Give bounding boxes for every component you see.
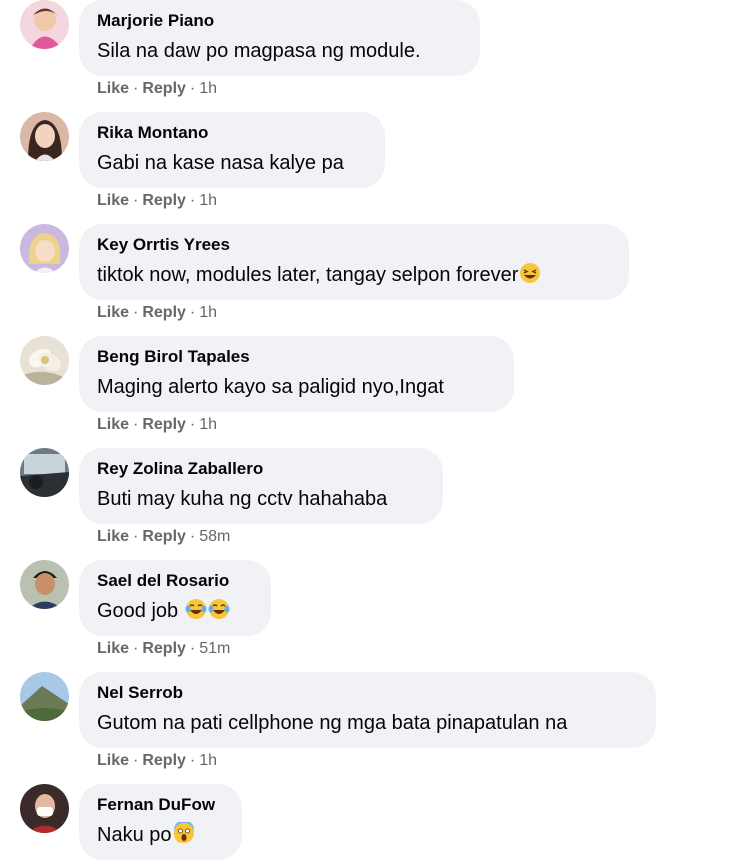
comment-bubble: Fernan DuFow Naku po — [79, 784, 242, 860]
comment-author[interactable]: Rey Zolina Zaballero — [97, 458, 425, 480]
avatar[interactable] — [20, 224, 69, 273]
tears-of-joy-emoji-icon — [208, 599, 230, 619]
reply-button[interactable]: Reply — [142, 752, 186, 769]
comment-timestamp[interactable]: 51m — [199, 640, 230, 657]
like-button[interactable]: Like — [97, 416, 129, 433]
comment-timestamp[interactable]: 58m — [199, 528, 230, 545]
avatar[interactable] — [20, 448, 69, 497]
like-button[interactable]: Like — [97, 528, 129, 545]
comment-timestamp[interactable]: 1h — [199, 304, 217, 321]
comment-bubble: Beng Birol Tapales Maging alerto kayo sa… — [79, 336, 514, 412]
comment-timestamp[interactable]: 1h — [199, 80, 217, 97]
comment: Nel Serrob Gutom na pati cellphone ng mg… — [0, 672, 750, 784]
avatar[interactable] — [20, 112, 69, 161]
comment-text: Gabi na kase nasa kalye pa — [97, 150, 367, 176]
comment-text: Buti may kuha ng cctv hahahaba — [97, 486, 425, 512]
comment: Fernan DuFow Naku po — [0, 784, 750, 860]
comment-text-body: Buti may kuha ng cctv hahahaba — [97, 488, 388, 510]
comment-text-body: Gutom na pati cellphone ng mga bata pina… — [97, 712, 568, 734]
comment-actions: Like · Reply · 1h — [97, 192, 218, 209]
reply-button[interactable]: Reply — [142, 640, 186, 657]
avatar[interactable] — [20, 784, 69, 833]
reply-button[interactable]: Reply — [142, 304, 186, 321]
like-button[interactable]: Like — [97, 640, 129, 657]
reply-button[interactable]: Reply — [142, 80, 186, 97]
comment-bubble: Nel Serrob Gutom na pati cellphone ng mg… — [79, 672, 656, 748]
comment-actions: Like · Reply · 58m — [97, 528, 231, 545]
comment-actions: Like · Reply · 1h — [97, 416, 218, 433]
like-button[interactable]: Like — [97, 192, 129, 209]
comment-text: Maging alerto kayo sa paligid nyo,Ingat — [97, 374, 496, 400]
comment-actions: Like · Reply · 1h — [97, 752, 218, 769]
comment-bubble: Sael del Rosario Good job — [79, 560, 271, 636]
comment: Beng Birol Tapales Maging alerto kayo sa… — [0, 336, 750, 448]
like-button[interactable]: Like — [97, 752, 129, 769]
screaming-fear-emoji-icon — [173, 822, 194, 843]
comment-text-body: Gabi na kase nasa kalye pa — [97, 152, 344, 174]
comment-bubble: Rey Zolina Zaballero Buti may kuha ng cc… — [79, 448, 443, 524]
comment-text: Naku po — [97, 822, 224, 848]
comment-bubble: Marjorie Piano Sila na daw po magpasa ng… — [79, 0, 480, 76]
comment: Key Orrtis Yrees tiktok now, modules lat… — [0, 224, 750, 336]
comment-text-body: Maging alerto kayo sa paligid nyo,Ingat — [97, 376, 444, 398]
comment-actions: Like · Reply · 1h — [97, 304, 218, 321]
comment-author[interactable]: Sael del Rosario — [97, 570, 253, 592]
blonde-child-avatar-icon — [20, 224, 69, 273]
comment: Sael del Rosario Good job Like · Reply · 51m — [0, 560, 750, 672]
comment-text: Sila na daw po magpasa ng module. — [97, 38, 462, 64]
comment-author[interactable]: Beng Birol Tapales — [97, 346, 496, 368]
man-avatar-icon — [20, 560, 69, 609]
reply-button[interactable]: Reply — [142, 192, 186, 209]
comment-text-body: Sila na daw po magpasa ng module. — [97, 40, 421, 62]
comment-actions: Like · Reply · 1h — [97, 80, 218, 97]
comment-author[interactable]: Marjorie Piano — [97, 10, 462, 32]
like-button[interactable]: Like — [97, 80, 129, 97]
comment-timestamp[interactable]: 1h — [199, 416, 217, 433]
comment-author[interactable]: Fernan DuFow — [97, 794, 224, 816]
pink-baby-avatar-icon — [20, 0, 69, 49]
woman-avatar-icon — [20, 112, 69, 161]
car-interior-avatar-icon — [20, 448, 69, 497]
comment-timestamp[interactable]: 1h — [199, 192, 217, 209]
avatar[interactable] — [20, 560, 69, 609]
masked-person-avatar-icon — [20, 784, 69, 833]
comment-text: tiktok now, modules later, tangay selpon… — [97, 262, 611, 288]
comment: Rika Montano Gabi na kase nasa kalye pa … — [0, 112, 750, 224]
comment-author[interactable]: Key Orrtis Yrees — [97, 234, 611, 256]
comment: Marjorie Piano Sila na daw po magpasa ng… — [0, 0, 750, 112]
reply-button[interactable]: Reply — [142, 528, 186, 545]
reply-button[interactable]: Reply — [142, 416, 186, 433]
mountain-avatar-icon — [20, 672, 69, 721]
comment-author[interactable]: Nel Serrob — [97, 682, 638, 704]
tears-of-joy-emoji-icon — [185, 599, 207, 619]
avatar[interactable] — [20, 0, 69, 49]
avatar[interactable] — [20, 336, 69, 385]
comment-text-body: Good job — [97, 600, 184, 622]
comment-bubble: Rika Montano Gabi na kase nasa kalye pa — [79, 112, 385, 188]
comment-text-body: Naku po — [97, 824, 172, 846]
avatar[interactable] — [20, 672, 69, 721]
comment: Rey Zolina Zaballero Buti may kuha ng cc… — [0, 448, 750, 560]
comment-text: Good job — [97, 598, 253, 624]
laughing-squint-emoji-icon — [520, 263, 541, 283]
flower-avatar-icon — [20, 336, 69, 385]
comment-bubble: Key Orrtis Yrees tiktok now, modules lat… — [79, 224, 629, 300]
comment-text: Gutom na pati cellphone ng mga bata pina… — [97, 710, 638, 736]
comment-text-body: tiktok now, modules later, tangay selpon… — [97, 264, 519, 286]
like-button[interactable]: Like — [97, 304, 129, 321]
comment-timestamp[interactable]: 1h — [199, 752, 217, 769]
comment-author[interactable]: Rika Montano — [97, 122, 367, 144]
comment-actions: Like · Reply · 51m — [97, 640, 231, 657]
